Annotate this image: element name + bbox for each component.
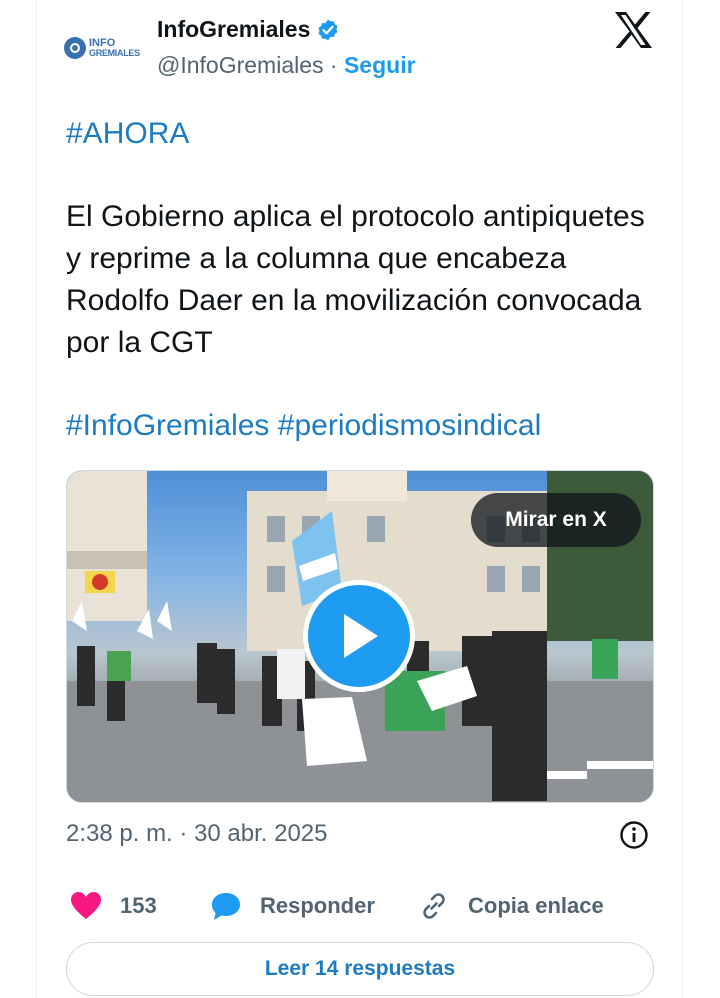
hashtag-infogremiales[interactable]: #InfoGremiales — [66, 409, 269, 442]
separator: · — [329, 52, 338, 78]
author-handle-row: @InfoGremiales · Seguir — [157, 52, 416, 79]
copy-link-label: Copia enlace — [468, 893, 604, 918]
display-name-text: InfoGremiales — [157, 16, 311, 42]
tweet-timestamp[interactable]: 2:38 p. m. · 30 abr. 2025 — [66, 820, 328, 848]
read-replies-button[interactable]: Leer 14 respuestas — [66, 942, 654, 996]
x-logo-icon[interactable] — [613, 11, 653, 49]
avatar-text-line1: INFO — [89, 37, 116, 49]
watch-on-x-button[interactable]: Mirar en X — [471, 493, 641, 547]
like-button[interactable]: 153 — [70, 886, 157, 926]
heart-icon — [71, 892, 101, 919]
play-icon — [344, 614, 378, 658]
avatar-logo-text: INFO GREMIALES — [89, 37, 140, 59]
verified-badge-icon — [318, 19, 338, 40]
link-icon — [423, 893, 445, 919]
like-count: 153 — [120, 893, 157, 918]
avatar[interactable]: INFO GREMIALES — [64, 24, 148, 72]
hashtags-line: #InfoGremiales #periodismosindical — [66, 405, 646, 447]
reply-label: Responder — [260, 893, 375, 918]
follow-button[interactable]: Seguir — [344, 52, 416, 78]
play-button[interactable] — [303, 580, 415, 692]
reply-button[interactable]: Responder — [210, 886, 375, 926]
copy-link-button[interactable]: Copia enlace — [418, 886, 604, 926]
author-display-name[interactable]: InfoGremiales — [157, 16, 340, 43]
author-handle[interactable]: @InfoGremiales — [157, 52, 324, 78]
avatar-text-line2: GREMIALES — [89, 48, 140, 58]
hashtag-ahora[interactable]: #AHORA — [66, 113, 646, 155]
hashtag-periodismosindical[interactable]: #periodismosindical — [278, 409, 541, 442]
reply-bubble-icon — [212, 893, 240, 920]
avatar-logo-icon — [64, 37, 86, 59]
tweet-body: El Gobierno aplica el protocolo antipiqu… — [66, 200, 645, 359]
info-icon[interactable] — [619, 820, 649, 850]
